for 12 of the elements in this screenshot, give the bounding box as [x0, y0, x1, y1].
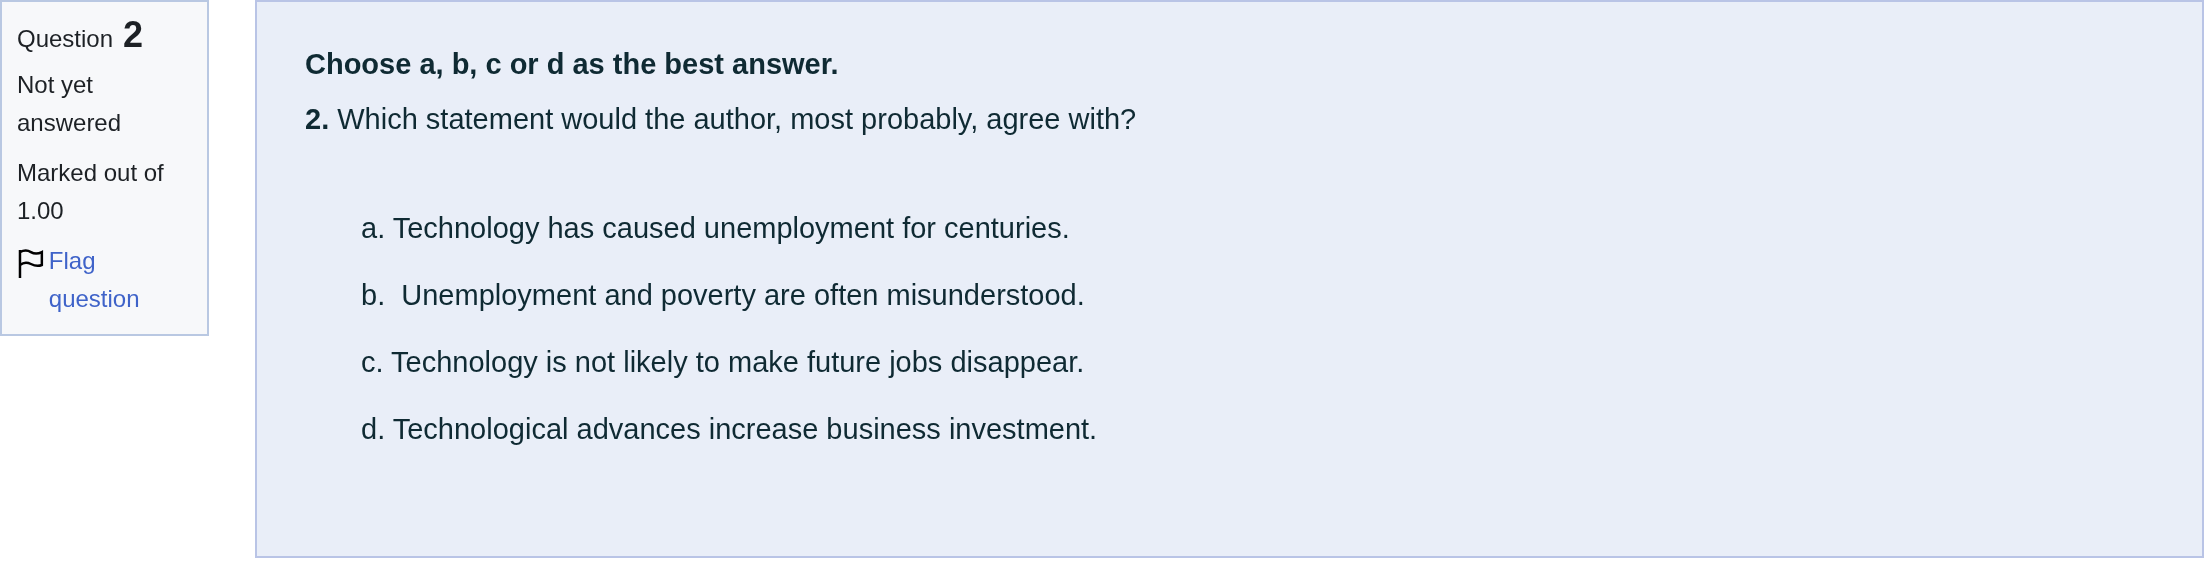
flag-question-link[interactable]: Flag question	[48, 242, 192, 318]
answer-status: Not yet answered	[17, 70, 123, 138]
grade-text: Marked out of 1.00	[17, 158, 165, 226]
answer-option[interactable]: c. Technology is not likely to make future jobs disappear.	[361, 346, 2154, 379]
answer-option[interactable]: d. Technological advances increase business investment.	[361, 413, 2154, 446]
question-number: 2	[123, 16, 144, 54]
answer-option[interactable]: b. Unemployment and poverty are often misunderstood.	[361, 279, 2154, 312]
flag-icon[interactable]	[17, 248, 45, 280]
question-text: 2. Which statement would the author, most probably, agree with?	[305, 103, 1138, 136]
answer-option[interactable]: a. Technology has caused unemployment for centuries.	[361, 212, 2154, 245]
instruction-text: Choose a, b, c or d as the best answer.	[305, 48, 840, 81]
question-label: Question	[17, 24, 114, 54]
